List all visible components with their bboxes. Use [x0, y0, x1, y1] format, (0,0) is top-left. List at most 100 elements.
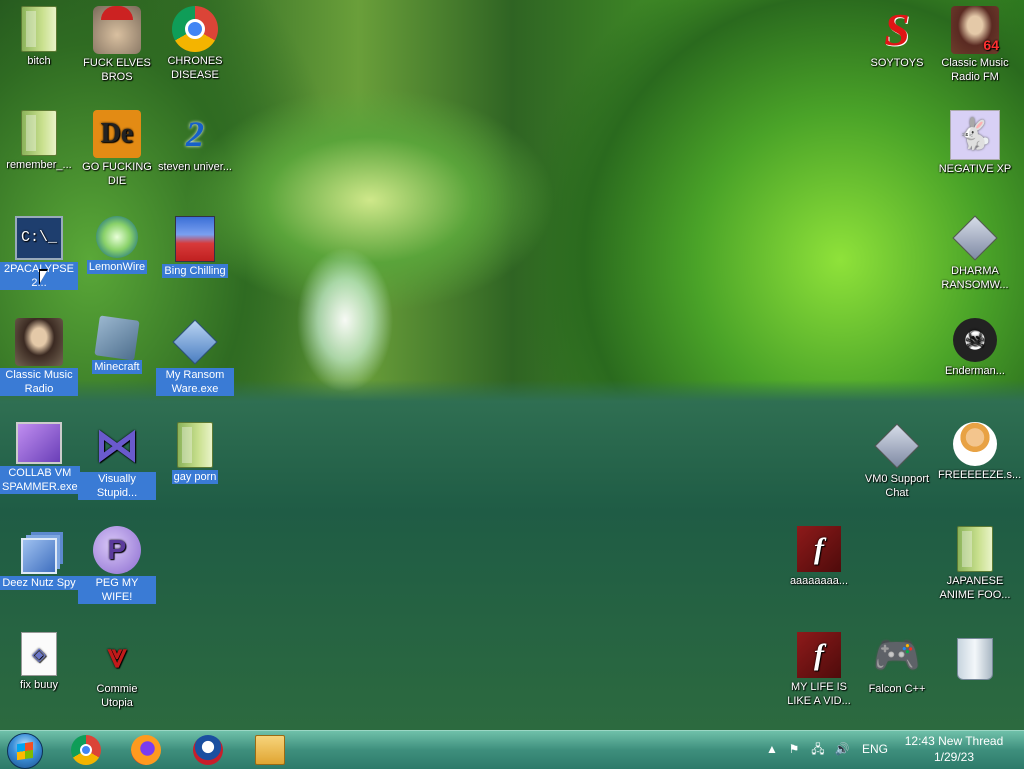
- desktop-icon-peg-my-wife[interactable]: P PEG MY WIFE!: [78, 526, 156, 604]
- network-icon[interactable]: 🖧: [810, 741, 826, 757]
- desktop-icon-label: CHRONES DISEASE: [167, 55, 223, 81]
- desktop-icon-aaaaaaaa[interactable]: JAPANESE ANIME FOO...: [936, 526, 1014, 602]
- diamond-icon: [952, 215, 998, 261]
- volume-icon[interactable]: 🔊: [834, 741, 850, 757]
- desktop-icon-fix-buuy[interactable]: ◈ fix buuy: [0, 632, 78, 692]
- desktop-icon-label: DHARMA RANSOMW...: [941, 265, 1009, 291]
- desktop-icon-label: Visually Stupid...: [78, 472, 156, 500]
- desktop-icon-visually-stupid[interactable]: ⋈ Visually Stupid...: [78, 422, 156, 500]
- desktop-icon-label: remember_...: [6, 159, 72, 171]
- desktop-icon-enderman[interactable]: VM0 Support Chat: [858, 422, 936, 500]
- taskbar-app-explorer[interactable]: [248, 734, 292, 766]
- desktop-icon-classic-music-radio[interactable]: Classic Music Radio: [0, 318, 78, 396]
- desktop-icon-collab-vm-spammer[interactable]: COLLAB VM SPAMMER.exe: [0, 422, 80, 494]
- desktop-icon-label: PEG MY WIFE!: [78, 576, 156, 604]
- skull-icon: ☠: [953, 318, 997, 362]
- desktop-icon-label: SOYTOYS: [870, 57, 924, 69]
- desktop-icon-remember[interactable]: remember_...: [0, 110, 78, 172]
- p-icon: P: [93, 526, 141, 574]
- desktop-icon-vm0-support-chat[interactable]: FREEEEEZE.s...: [936, 422, 1021, 482]
- desktop-icon-commie-utopia[interactable]: ⩔ Commie Utopia: [78, 632, 156, 710]
- window-icon: [16, 422, 62, 464]
- show-hidden-icons-icon[interactable]: ▲: [764, 741, 780, 757]
- desktop-icon-btc-money-cheat[interactable]: DHARMA RANSOMW...: [936, 214, 1014, 292]
- desktop-icon-label: My Ransom Ware.exe: [156, 368, 234, 396]
- file-icon: ◈: [21, 632, 57, 676]
- folder-icon: [21, 6, 57, 52]
- lime-icon: [96, 216, 138, 258]
- desktop-icon-fuck-elves-bros[interactable]: FUCK ELVES BROS: [78, 6, 156, 84]
- de-icon: De: [93, 110, 141, 158]
- app-icon: [175, 216, 215, 262]
- desktop-icon-gay-porn[interactable]: gay porn: [156, 422, 234, 484]
- desktop-icon-steven-universe[interactable]: 2 steven univer...: [156, 110, 234, 174]
- desktop-icon-label: bitch: [27, 55, 51, 67]
- desktop-icon-minecraft[interactable]: Minecraft: [78, 315, 156, 374]
- clock[interactable]: 12:43 New Thread 1/29/23: [898, 733, 1010, 765]
- desktop-icon-label: FREEEEEZE.s...: [938, 469, 1022, 481]
- desktop-icon-negative-xp[interactable]: 🐇 NEGATIVE XP: [936, 110, 1014, 176]
- desktop-icon-label: Commie Utopia: [96, 683, 138, 709]
- utopia-icon: ⩔: [107, 637, 127, 675]
- desktop: bitch remember_... C:\_ 2PACALYPSE 2... …: [0, 0, 1024, 730]
- support-icon: [953, 422, 997, 466]
- desktop-icon-falcon-cpp[interactable]: [936, 632, 1014, 696]
- flash-icon: f: [797, 526, 841, 572]
- desktop-icon-label: Falcon C++: [868, 683, 926, 695]
- taskbar-app-chrome[interactable]: [64, 734, 108, 766]
- desktop-icon-label: Bing Chilling: [162, 264, 228, 278]
- desktop-icon-freeeeeze[interactable]: f aaaaaaaa...: [780, 526, 858, 588]
- portrait-icon: [15, 318, 63, 366]
- cmd-icon: C:\_: [15, 216, 63, 260]
- cube-icon: [94, 315, 140, 361]
- diamond-icon: [172, 319, 218, 365]
- zip-folder-icon: [957, 526, 993, 572]
- taskbar: ▲ ⚑ 🖧 🔊 ENG 12:43 New Thread 1/29/23: [0, 730, 1024, 769]
- language-indicator[interactable]: ENG: [862, 742, 888, 756]
- desktop-icon-bing-chilling[interactable]: Bing Chilling: [156, 216, 234, 278]
- s2-icon: 2: [186, 114, 204, 154]
- desktop-icon-label: COLLAB VM SPAMMER.exe: [0, 466, 80, 494]
- taskbar-app-obama[interactable]: [186, 734, 230, 766]
- flash-icon: f: [797, 632, 841, 678]
- recycle-bin-icon: [957, 638, 993, 680]
- desktop-icon-label: JAPANESE ANIME FOO...: [939, 575, 1011, 601]
- desktop-icon-label: steven univer...: [158, 161, 232, 173]
- diamond-icon: [874, 423, 920, 469]
- desktop-icon-label: FUCK ELVES BROS: [83, 57, 151, 83]
- desktop-icon-lemonwire[interactable]: LemonWire: [78, 216, 156, 274]
- desktop-icon-label: Classic Music Radio: [0, 368, 78, 396]
- chrome-icon: [71, 735, 101, 765]
- desktop-icon-dharma-ransomware[interactable]: ☠ Enderman...: [936, 318, 1014, 378]
- desktop-icon-classic-music-radio-fm[interactable]: Classic Music Radio FM: [936, 6, 1014, 84]
- stack-icon: [21, 538, 57, 574]
- folder-icon: [177, 422, 213, 468]
- gamepad-icon: 🎮: [873, 635, 921, 677]
- desktop-icon-label: Minecraft: [92, 360, 142, 374]
- clock-date: 1/29/23: [933, 750, 975, 764]
- windows-start-icon[interactable]: [7, 733, 43, 769]
- clock-time: 12:43 New Thread: [904, 734, 1004, 748]
- desktop-icon-my-ransomware[interactable]: My Ransom Ware.exe: [156, 318, 234, 396]
- desktop-icon-japanese-anime[interactable]: f MY LIFE IS LIKE A VID...: [780, 632, 858, 708]
- windows-flag-icon: [17, 741, 33, 761]
- desktop-icon-go-fucking-die[interactable]: De GO FUCKING DIE: [78, 110, 156, 188]
- desktop-icon-label: NEGATIVE XP: [938, 163, 1012, 175]
- desktop-icon-soytoys[interactable]: S SOYTOYS: [858, 6, 936, 70]
- desktop-icon-bitch[interactable]: bitch: [0, 6, 78, 68]
- desktop-icon-label: VM0 Support Chat: [864, 473, 930, 499]
- desktop-icon-label: Deez Nutz Spy: [0, 576, 78, 590]
- desktop-icon-label: Enderman...: [945, 365, 1005, 377]
- desktop-icon-label: LemonWire: [86, 260, 148, 274]
- bunny-icon: 🐇: [950, 110, 1000, 160]
- zip-folder-icon: [21, 110, 57, 156]
- desktop-icon-label: fix buuy: [20, 679, 58, 691]
- desktop-icon-my-life-is-like-a-video[interactable]: 🎮 Falcon C++: [858, 632, 936, 696]
- firefox-icon: [131, 735, 161, 765]
- s-logo-icon: S: [884, 4, 910, 55]
- desktop-icon-deez-nutz-spy[interactable]: Deez Nutz Spy: [0, 526, 78, 590]
- taskbar-app-firefox[interactable]: [124, 734, 168, 766]
- action-center-flag-icon[interactable]: ⚑: [786, 741, 802, 757]
- desktop-icon-chrones-disease[interactable]: CHRONES DISEASE: [156, 6, 234, 82]
- elf-icon: [93, 6, 141, 54]
